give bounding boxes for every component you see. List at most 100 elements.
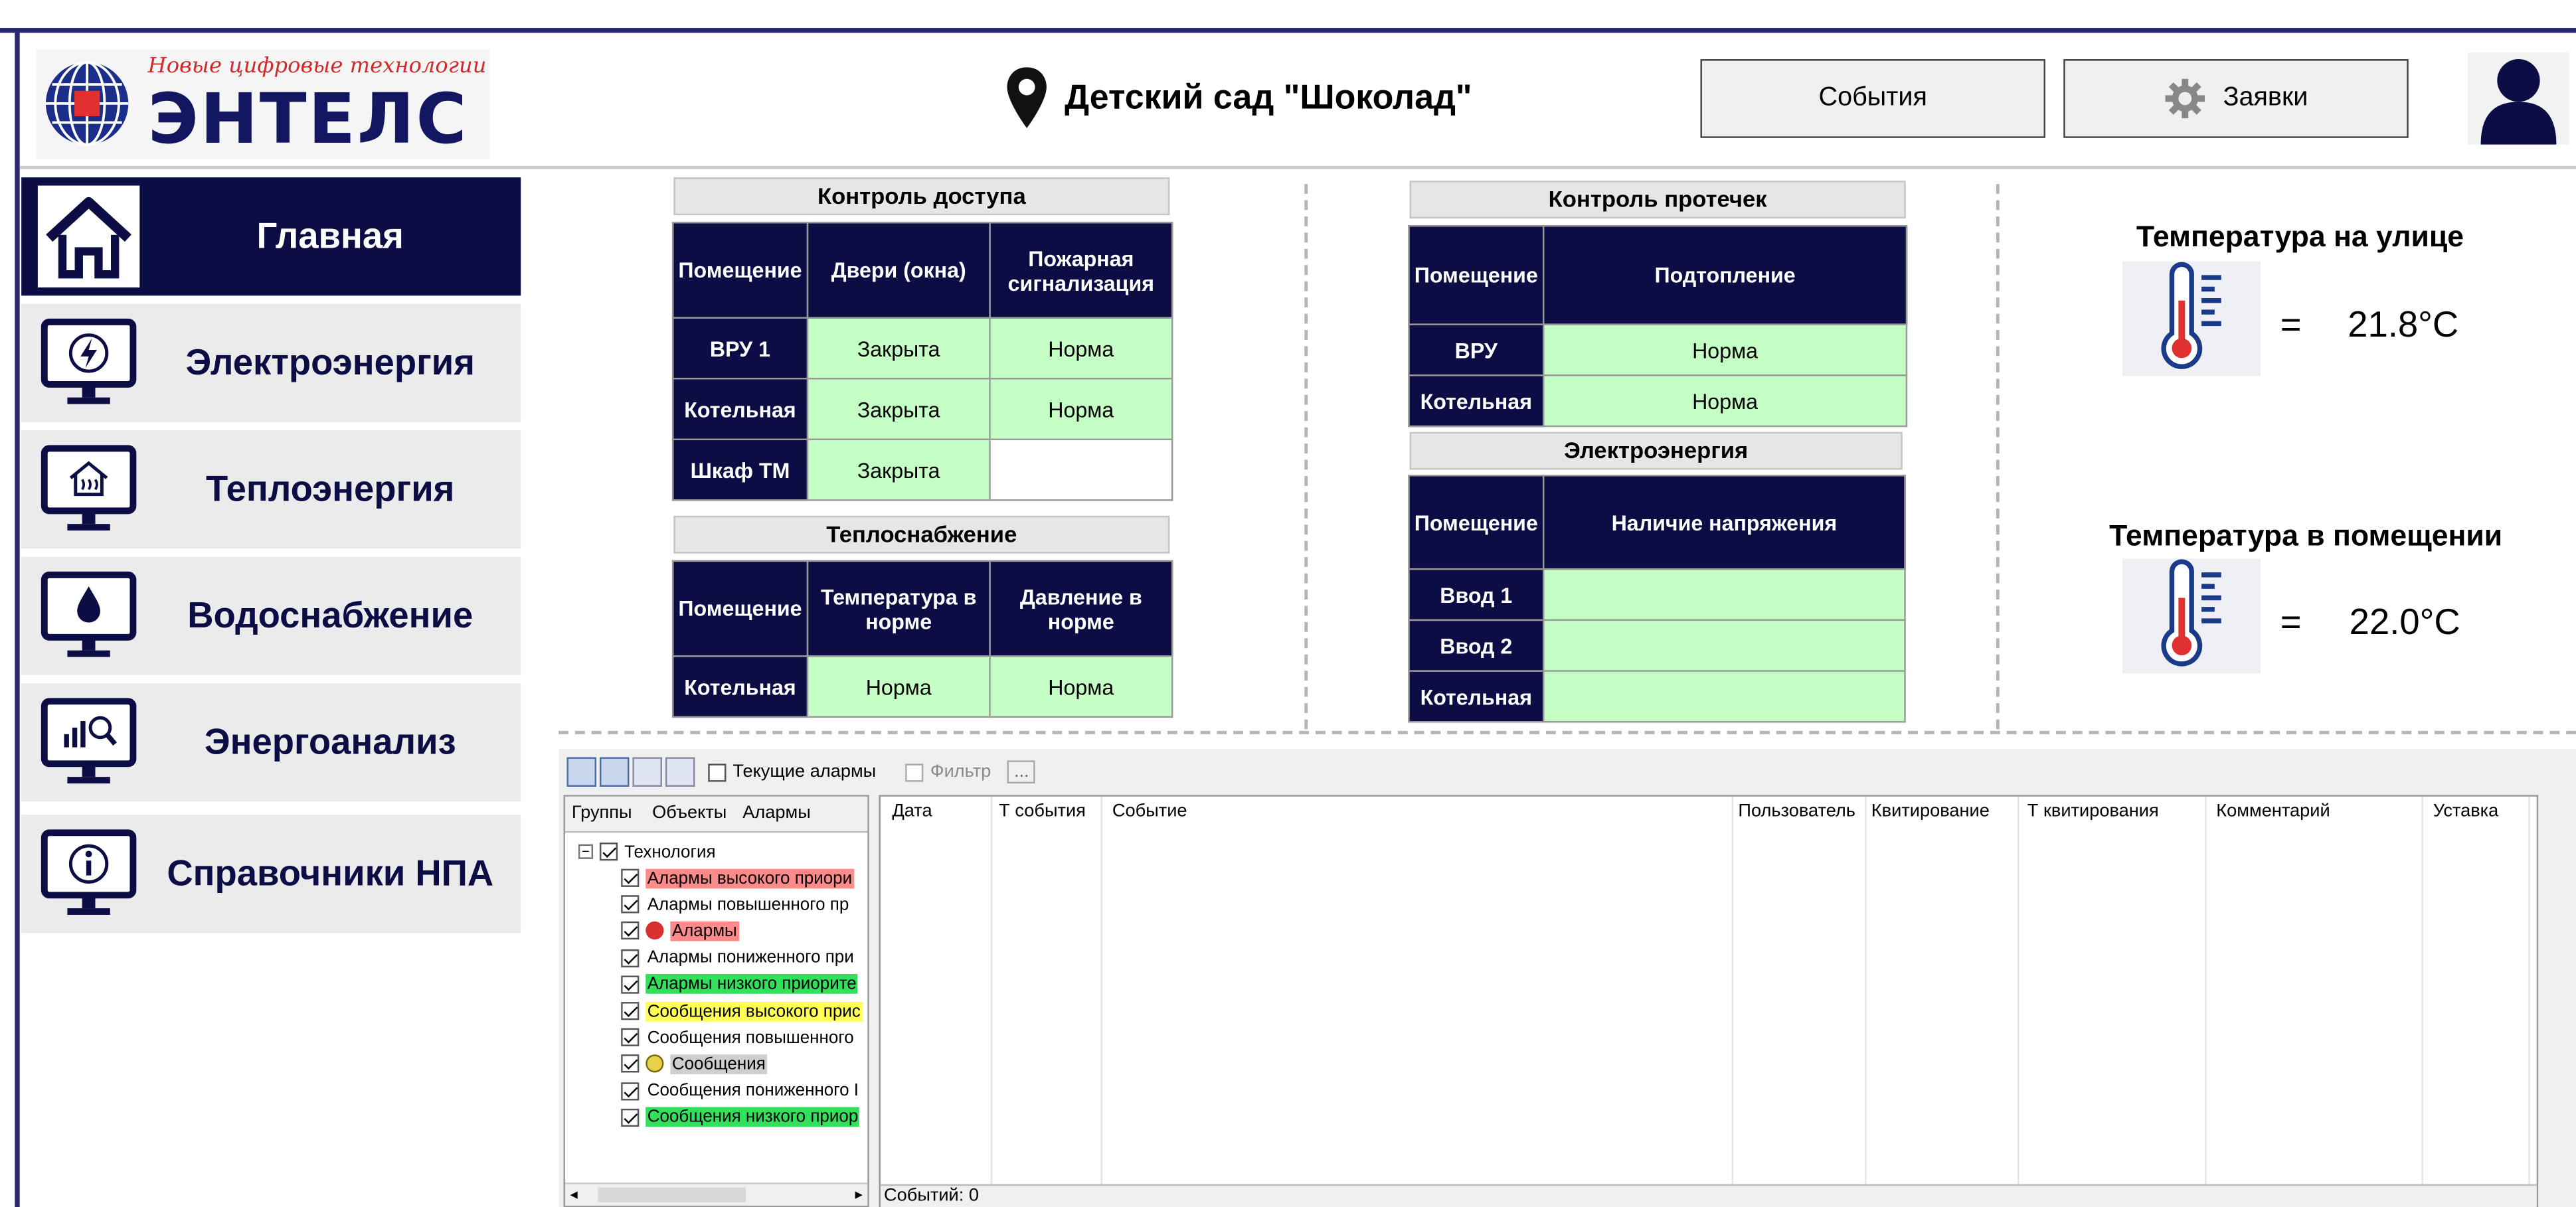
logo-name: ЭНТЕЛС [147, 78, 469, 159]
home-icon [46, 197, 131, 279]
user-icon [2480, 59, 2557, 145]
sidebar-item-label: Электроэнергия [185, 341, 475, 383]
tree-item[interactable]: Сообщения повышенного [621, 1025, 855, 1050]
tree-item[interactable]: Алармы низкого приорите [621, 972, 859, 997]
outside-temperature-value: 21.8°C [2348, 303, 2459, 345]
sidebar-item-water[interactable]: Водоснабжение [21, 556, 521, 675]
logo-tagline: Новые цифровые технологии [147, 54, 487, 79]
tree-root[interactable]: − Технология [578, 839, 716, 864]
column-header: Пожарная сигнализация [989, 221, 1173, 319]
electricity-title: Электроэнергия [1409, 432, 1903, 470]
sidebar-item-npa-reference[interactable]: Справочники НПА [21, 815, 521, 933]
column-header: Помещение [1408, 224, 1545, 325]
inside-temperature-value: 22.0°C [2349, 601, 2460, 643]
room-cell: Шкаф ТМ [671, 438, 809, 501]
map-pin-icon [1007, 67, 1047, 128]
tab-groups[interactable]: Группы [572, 803, 632, 823]
temperature-status-cell: Норма [806, 655, 991, 718]
tree-item[interactable]: Сообщения высокого прис [621, 999, 863, 1023]
tab-alarms[interactable]: Алармы [742, 803, 811, 823]
current-alarms-checkbox[interactable] [708, 763, 727, 781]
input-cell: Ввод 1 [1408, 568, 1545, 621]
sidebar-item-heat[interactable]: Теплоэнергия [21, 430, 521, 549]
sidebar-item-label: Справочники НПА [167, 852, 494, 894]
sidebar-item-main[interactable]: Главная [21, 177, 521, 296]
tab-objects[interactable]: Объекты [652, 803, 727, 823]
tree-checkbox[interactable] [621, 948, 640, 967]
column-header-date[interactable]: Дата [892, 801, 932, 821]
message-icon [645, 1055, 664, 1074]
sidebar-item-label: Теплоэнергия [206, 468, 455, 509]
column-header: Наличие напряжения [1542, 474, 1906, 570]
section-divider [558, 730, 2576, 734]
tree-checkbox[interactable] [621, 895, 640, 914]
fire-alarm-status-cell: Норма [989, 377, 1173, 441]
section-divider [1996, 184, 2000, 730]
sidebar-item-label: Главная [256, 215, 404, 256]
tree-checkbox[interactable] [621, 1002, 640, 1020]
tree-checkbox[interactable] [621, 1055, 640, 1074]
tree-item[interactable]: Сообщения пониженного I [621, 1078, 860, 1103]
tree-checkbox[interactable] [621, 1082, 640, 1100]
horizontal-scrollbar[interactable]: ◂ ▸ [565, 1182, 868, 1206]
header-divider [19, 165, 2576, 169]
inside-thermometer [2122, 558, 2261, 674]
current-alarms-label: Текущие алармы [732, 762, 877, 782]
column-header: Двери (окна) [806, 221, 991, 319]
outside-thermometer [2122, 261, 2261, 376]
outside-temperature-title: Температура на улице [2136, 220, 2464, 253]
flooding-status-cell: Норма [1542, 374, 1908, 428]
tree-item-label: Алармы низкого приорите [645, 974, 859, 995]
sidebar-item-label: Водоснабжение [187, 594, 473, 636]
tree-item[interactable]: Алармы [621, 919, 739, 943]
scroll-left-icon[interactable]: ◂ [570, 1186, 577, 1204]
export-excel-icon[interactable] [632, 757, 662, 787]
tree-item-label: Сообщения высокого прис [645, 1001, 863, 1021]
room-cell: ВРУ 1 [671, 317, 809, 380]
column-header-ack-time[interactable]: Т квитирования [2027, 801, 2159, 821]
column-header-comment[interactable]: Комментарий [2216, 801, 2330, 821]
heat-supply-table: Помещение Температура в норме Давление в… [671, 560, 1173, 718]
sidebar-item-energy-analysis[interactable]: Энергоанализ [21, 683, 521, 802]
tree-checkbox[interactable] [599, 843, 618, 861]
tree-item[interactable]: Сообщения [621, 1052, 768, 1076]
column-header-event[interactable]: Событие [1112, 801, 1187, 821]
user-avatar-button[interactable] [2467, 52, 2570, 145]
column-header-event-time[interactable]: Т события [999, 801, 1086, 821]
requests-button[interactable]: Заявки [2063, 59, 2409, 138]
tree-item[interactable]: Алармы повышенного пр [621, 892, 851, 917]
column-header: Температура в норме [806, 560, 991, 657]
events-button[interactable]: События [1700, 59, 2046, 138]
room-cell: Котельная [671, 377, 809, 441]
tree-item[interactable]: Алармы пониженного при [621, 945, 855, 970]
tree-checkbox[interactable] [621, 1028, 640, 1047]
tree-item[interactable]: Алармы высокого приори [621, 866, 854, 890]
tree-checkbox[interactable] [621, 1108, 640, 1127]
heat-monitor-icon [41, 445, 137, 531]
tree-checkbox[interactable] [621, 975, 640, 994]
window-top-border [0, 28, 2576, 33]
scroll-right-icon[interactable]: ▸ [855, 1186, 863, 1204]
requests-button-label: Заявки [2223, 84, 2308, 112]
column-header-user[interactable]: Пользователь [1738, 801, 1855, 821]
thermometer-icon [2161, 559, 2221, 667]
scrollbar-thumb[interactable] [598, 1187, 746, 1202]
leak-control-title: Контроль протечек [1409, 181, 1906, 219]
filter-checkbox[interactable] [905, 763, 924, 781]
company-logo: Новые цифровые технологии ЭНТЕЛС [36, 49, 490, 159]
door-status-cell: Закрыта [806, 438, 991, 501]
tree-item-label: Алармы пониженного при [647, 947, 854, 968]
column-header-setpoint[interactable]: Уставка [2433, 801, 2498, 821]
filter-more-button[interactable]: ... [1007, 760, 1036, 784]
input-cell: Ввод 2 [1408, 619, 1545, 672]
column-header-acknowledgement[interactable]: Квитирование [1871, 801, 1990, 821]
tree-checkbox[interactable] [621, 868, 640, 887]
tree-view-icon[interactable] [599, 757, 630, 787]
tree-item[interactable]: Сообщения низкого приор [621, 1105, 860, 1129]
open-folder-icon[interactable] [566, 757, 597, 787]
alarm-groups-tree: Группы Объекты Алармы − Технология Аларм… [563, 795, 869, 1207]
tree-checkbox[interactable] [621, 922, 640, 941]
sidebar-item-electricity[interactable]: Электроэнергия [21, 303, 521, 422]
settings-icon[interactable] [665, 757, 695, 787]
collapse-icon[interactable]: − [578, 844, 594, 859]
